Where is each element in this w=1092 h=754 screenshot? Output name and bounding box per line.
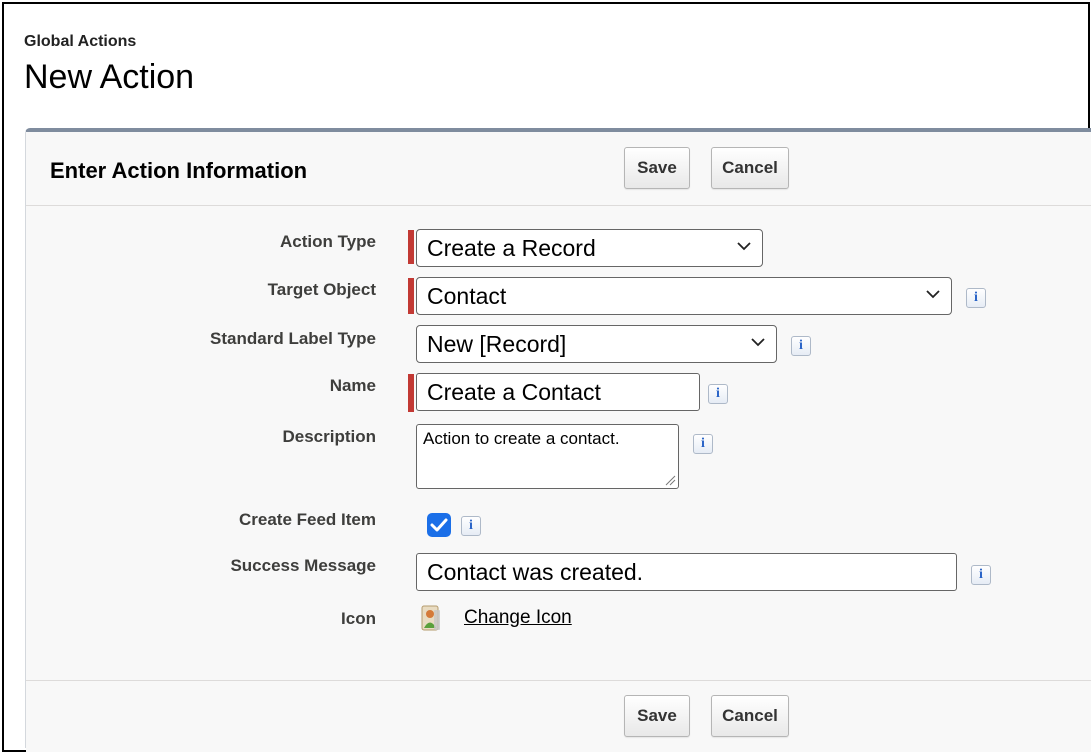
success-message-label: Success Message (230, 556, 376, 575)
change-icon-link[interactable]: Change Icon (464, 607, 572, 629)
standard-label-type-label: Standard Label Type (210, 329, 376, 348)
description-value: Action to create a contact. (423, 429, 620, 448)
panel-header: Enter Action Information Save Cancel (26, 132, 1091, 206)
action-type-select[interactable]: Create a Record (416, 229, 763, 267)
cancel-button-bottom[interactable]: Cancel (711, 695, 789, 737)
save-button-bottom[interactable]: Save (624, 695, 690, 737)
info-icon[interactable]: i (693, 434, 713, 454)
chevron-down-icon (737, 242, 751, 251)
success-message-input[interactable]: Contact was created. (416, 553, 957, 591)
resize-grip-icon[interactable] (664, 474, 676, 486)
target-object-value: Contact (427, 283, 507, 309)
required-indicator (408, 278, 414, 314)
name-input[interactable]: Create a Contact (416, 373, 700, 411)
chevron-down-icon (926, 290, 940, 299)
required-indicator (408, 230, 414, 264)
info-icon[interactable]: i (971, 565, 991, 585)
info-icon[interactable]: i (708, 384, 728, 404)
create-feed-item-checkbox[interactable] (427, 513, 451, 537)
description-label: Description (282, 427, 376, 446)
required-indicator (408, 374, 414, 412)
checkmark-icon (430, 518, 448, 532)
info-icon[interactable]: i (966, 288, 986, 308)
info-icon[interactable]: i (461, 516, 481, 536)
action-info-panel: Enter Action Information Save Cancel Act… (25, 128, 1091, 752)
standard-label-type-select[interactable]: New [Record] (416, 325, 777, 363)
target-object-select[interactable]: Contact (416, 277, 952, 315)
panel-footer: Save Cancel (26, 680, 1091, 752)
standard-label-type-value: New [Record] (427, 331, 567, 357)
action-type-value: Create a Record (427, 235, 596, 261)
description-textarea[interactable]: Action to create a contact. (416, 424, 679, 489)
target-object-label: Target Object (267, 280, 376, 299)
contact-card-icon (421, 605, 440, 631)
chevron-down-icon (751, 338, 765, 347)
page-subtitle: Global Actions (24, 33, 137, 50)
panel-title: Enter Action Information (50, 158, 308, 183)
page-title: New Action (24, 58, 195, 96)
create-feed-item-label: Create Feed Item (239, 510, 376, 529)
action-type-label: Action Type (279, 232, 376, 251)
save-button-top[interactable]: Save (624, 147, 690, 189)
name-label: Name (329, 376, 376, 395)
info-icon[interactable]: i (791, 336, 811, 356)
icon-label: Icon (341, 609, 376, 628)
cancel-button-top[interactable]: Cancel (711, 147, 789, 189)
